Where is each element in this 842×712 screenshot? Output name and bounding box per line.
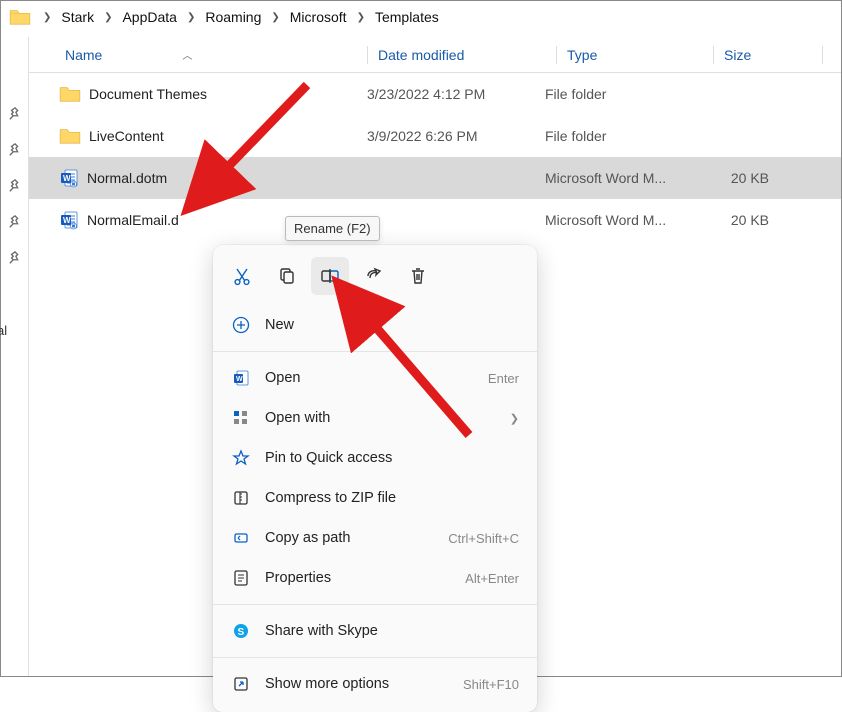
svg-text:W: W xyxy=(63,174,71,183)
pin-icon[interactable] xyxy=(8,143,22,157)
file-name: LiveContent xyxy=(89,128,164,144)
chevron-right-icon: ❯ xyxy=(100,12,116,23)
file-date: 3/23/2022 4:12 PM xyxy=(367,86,545,102)
menu-properties[interactable]: Properties Alt+Enter xyxy=(213,558,537,598)
quick-access-strip xyxy=(1,37,29,676)
file-type: File folder xyxy=(545,128,691,144)
breadcrumb-item[interactable]: AppData xyxy=(118,7,180,27)
column-size[interactable]: Size xyxy=(724,47,822,63)
column-type[interactable]: Type xyxy=(567,47,713,63)
grid-icon xyxy=(231,408,251,428)
breadcrumb-item[interactable]: Roaming xyxy=(201,7,265,27)
menu-open-with[interactable]: Open with ❯ xyxy=(213,398,537,438)
star-icon xyxy=(231,448,251,468)
file-size: 20 KB xyxy=(691,170,789,186)
file-size: 20 KB xyxy=(691,212,789,228)
file-row[interactable]: W Normal.dotm Microsoft Word M...20 KB xyxy=(29,157,841,199)
folder-icon xyxy=(9,8,37,26)
file-name: Document Themes xyxy=(89,86,207,102)
file-name: NormalEmail.d xyxy=(87,212,179,228)
file-type: File folder xyxy=(545,86,691,102)
share-button[interactable] xyxy=(355,257,393,295)
chevron-right-icon: ❯ xyxy=(183,12,199,23)
chevron-right-icon: ❯ xyxy=(267,12,283,23)
word-icon: W xyxy=(59,210,79,230)
folder-icon xyxy=(59,127,81,145)
menu-new[interactable]: New xyxy=(213,305,537,345)
tooltip-rename: Rename (F2) xyxy=(285,216,380,241)
copy-button[interactable] xyxy=(267,257,305,295)
word-icon: W xyxy=(231,368,251,388)
pin-icon[interactable] xyxy=(8,107,22,121)
column-date[interactable]: Date modified xyxy=(378,47,556,63)
menu-copy-as-path[interactable]: Copy as path Ctrl+Shift+C xyxy=(213,518,537,558)
nav-label-fragment: al xyxy=(0,323,7,338)
chevron-right-icon: ❯ xyxy=(510,412,519,425)
svg-text:S: S xyxy=(238,627,245,638)
menu-share-skype[interactable]: S Share with Skype xyxy=(213,611,537,651)
pin-icon[interactable] xyxy=(8,179,22,193)
properties-icon xyxy=(231,568,251,588)
sort-ascending-icon: ︿ xyxy=(182,47,192,62)
menu-pin-quick-access[interactable]: Pin to Quick access xyxy=(213,438,537,478)
plus-circle-icon xyxy=(231,315,251,335)
context-menu: New W Open Enter Open with ❯ Pin to Quic… xyxy=(213,245,537,712)
svg-text:W: W xyxy=(236,376,243,383)
chevron-right-icon: ❯ xyxy=(353,12,369,23)
svg-text:W: W xyxy=(63,216,71,225)
expand-icon xyxy=(231,674,251,694)
column-headers: Name ︿ Date modified Type Size xyxy=(29,37,841,73)
breadcrumb-item[interactable]: Stark xyxy=(57,7,98,27)
rename-button[interactable] xyxy=(311,257,349,295)
file-type: Microsoft Word M... xyxy=(545,170,691,186)
menu-open[interactable]: W Open Enter xyxy=(213,358,537,398)
cut-button[interactable] xyxy=(223,257,261,295)
file-row[interactable]: W NormalEmail.d Microsoft Word M...20 KB xyxy=(29,199,841,241)
menu-compress-zip[interactable]: Compress to ZIP file xyxy=(213,478,537,518)
pin-icon[interactable] xyxy=(8,251,22,265)
path-icon xyxy=(231,528,251,548)
breadcrumb-item[interactable]: Microsoft xyxy=(286,7,351,27)
file-name: Normal.dotm xyxy=(87,170,167,186)
delete-button[interactable] xyxy=(399,257,437,295)
folder-icon xyxy=(59,85,81,103)
pin-icon[interactable] xyxy=(8,215,22,229)
chevron-right-icon: ❯ xyxy=(39,12,55,23)
breadcrumb[interactable]: ❯ Stark ❯ AppData ❯ Roaming ❯ Microsoft … xyxy=(1,1,841,37)
file-row[interactable]: LiveContent 3/9/2022 6:26 PMFile folder xyxy=(29,115,841,157)
word-icon: W xyxy=(59,168,79,188)
zip-icon xyxy=(231,488,251,508)
skype-icon: S xyxy=(231,621,251,641)
column-name[interactable]: Name ︿ xyxy=(29,47,367,63)
file-date: 3/9/2022 6:26 PM xyxy=(367,128,545,144)
menu-show-more[interactable]: Show more options Shift+F10 xyxy=(213,664,537,704)
file-row[interactable]: Document Themes 3/23/2022 4:12 PMFile fol… xyxy=(29,73,841,115)
file-type: Microsoft Word M... xyxy=(545,212,691,228)
breadcrumb-item[interactable]: Templates xyxy=(371,7,443,27)
